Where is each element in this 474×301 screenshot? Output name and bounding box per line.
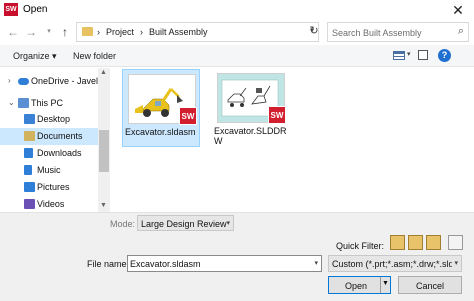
window-title: Open [23, 4, 48, 15]
cancel-button-label: Cancel [415, 281, 444, 291]
organize-button[interactable]: Organize ▾ [13, 51, 57, 62]
downloads-icon [24, 148, 33, 158]
chevron-right-icon[interactable]: › [8, 76, 11, 85]
up-arrow-icon[interactable]: ↑ [58, 24, 72, 40]
sidebar-item-downloads[interactable]: Downloads [0, 145, 98, 162]
file-name-label: File name: [87, 259, 130, 269]
sidebar-item-this-pc[interactable]: ⌄ This PC [0, 95, 98, 112]
sidebar-item-label: Documents [37, 131, 83, 141]
solidworks-icon: SW [268, 106, 286, 124]
sidebar-item-label: OneDrive - Javelin [31, 76, 98, 86]
desktop-icon [24, 114, 35, 124]
file-name-value: Excavator.sldasm [130, 259, 201, 269]
mode-value: Large Design Review [141, 219, 227, 229]
computer-icon [18, 98, 29, 108]
sidebar-item-videos[interactable]: Videos [0, 196, 98, 213]
breadcrumb: › Project › Built Assembly [97, 27, 208, 37]
forward-arrow-icon[interactable]: → [24, 24, 38, 40]
search-icon: ⌕ [457, 25, 464, 37]
sidebar-item-label: This PC [31, 98, 64, 108]
address-bar[interactable]: › Project › Built Assembly ▾ [76, 22, 319, 42]
sidebar-item-music[interactable]: Music [0, 162, 98, 179]
preview-pane-icon[interactable] [418, 50, 428, 60]
chevron-down-icon: ▾ [226, 220, 230, 227]
chevron-down-icon[interactable]: ⌄ [8, 98, 15, 107]
videos-icon [24, 199, 35, 209]
file-type-value: Custom (*.prt;*.asm;*.drw;*.sldpr [332, 259, 452, 269]
search-placeholder: Search Built Assembly [332, 28, 422, 38]
sidebar-item-label: Pictures [37, 182, 70, 192]
open-options-dropdown[interactable]: ▼ [380, 277, 390, 293]
title-bar: SW Open ✕ [0, 0, 474, 20]
music-icon [24, 165, 32, 175]
recent-locations-chevron-icon[interactable]: ▾ [42, 24, 56, 40]
search-input[interactable]: Search Built Assembly ⌕ [327, 22, 469, 42]
sidebar-item-label: Downloads [37, 148, 82, 158]
breadcrumb-item[interactable]: Built Assembly [149, 27, 208, 37]
breadcrumb-item[interactable]: Project [106, 27, 134, 37]
documents-icon [24, 131, 35, 141]
new-folder-button[interactable]: New folder [73, 51, 116, 61]
filter-drawings-icon[interactable] [426, 235, 441, 250]
file-name: Excavator.SLDDRW [214, 126, 287, 146]
filter-assemblies-icon[interactable] [408, 235, 423, 250]
close-icon[interactable]: ✕ [448, 0, 468, 20]
chevron-down-icon: ▾ [454, 260, 458, 267]
sidebar-item-label: Desktop [37, 114, 71, 124]
open-button-label: Open [344, 281, 368, 291]
assembly-thumbnail: SW [128, 74, 197, 125]
solidworks-icon: SW [179, 107, 197, 125]
scrollbar-thumb[interactable] [99, 130, 109, 172]
chevron-down-icon[interactable]: ▾ [314, 259, 318, 267]
sidebar-item-onedrive[interactable]: › OneDrive - Javelin [0, 73, 98, 90]
pictures-icon [24, 182, 35, 192]
sidebar-item-label: Music [37, 165, 61, 175]
back-arrow-icon[interactable]: ← [6, 24, 20, 40]
navigation-pane: › OneDrive - Javelin ⌄ This PC Desktop D… [0, 68, 110, 212]
command-bar: Organize ▾ New folder ▾ ? [0, 45, 474, 67]
sidebar-item-documents[interactable]: Documents [0, 128, 98, 145]
file-list: SW Excavator.sldasm SW Excavator.SLDDRW [111, 68, 474, 212]
mode-select[interactable]: Large Design Review ▾ [137, 215, 234, 231]
filter-parts-icon[interactable] [390, 235, 405, 250]
filter-top-level-icon[interactable] [448, 235, 463, 250]
drawing-thumbnail: SW [217, 73, 286, 124]
sidebar-item-desktop[interactable]: Desktop [0, 111, 98, 128]
folder-icon [82, 27, 93, 36]
view-options-chevron-icon[interactable]: ▾ [407, 50, 411, 58]
file-tile-excavator-slddrw[interactable]: SW Excavator.SLDDRW [212, 69, 290, 147]
cancel-button[interactable]: Cancel [398, 276, 462, 294]
sidebar-item-label: Videos [37, 199, 65, 209]
sidebar-item-pictures[interactable]: Pictures [0, 179, 98, 196]
solidworks-icon: SW [4, 3, 18, 16]
file-type-select[interactable]: Custom (*.prt;*.asm;*.drw;*.sldpr ▾ [328, 255, 462, 272]
chevron-down-icon: ▼ [382, 280, 389, 287]
file-name-field[interactable]: Excavator.sldasm ▾ [127, 255, 322, 272]
scroll-up-icon[interactable]: ▲ [100, 69, 107, 76]
file-tile-excavator-sldasm[interactable]: SW Excavator.sldasm [122, 69, 200, 147]
help-icon[interactable]: ? [438, 49, 451, 62]
view-options-icon[interactable] [393, 51, 405, 60]
cloud-icon [18, 78, 29, 85]
mode-label: Mode: [110, 219, 136, 229]
scroll-down-icon[interactable]: ▼ [100, 202, 107, 209]
file-name: Excavator.sldasm [125, 127, 196, 137]
refresh-icon[interactable]: ↻ [308, 24, 320, 38]
quick-filter-label: Quick Filter: [336, 241, 385, 251]
